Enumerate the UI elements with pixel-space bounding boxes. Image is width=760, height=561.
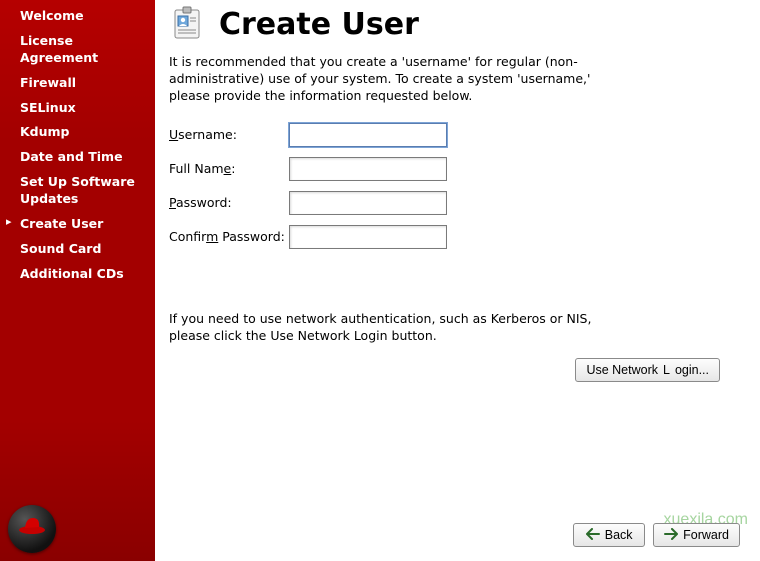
network-login-text: If you need to use network authenticatio… <box>169 311 629 345</box>
sidebar-item-kdump[interactable]: Kdump <box>0 120 155 145</box>
sidebar-item-cds[interactable]: Additional CDs <box>0 262 155 287</box>
confirm-password-label: Confirm Password: <box>169 229 289 244</box>
username-label: Username: <box>169 127 289 142</box>
wizard-sidebar: Welcome License Agreement Firewall SELin… <box>0 0 155 561</box>
sidebar-item-license[interactable]: License Agreement <box>0 29 155 71</box>
arrow-left-icon <box>586 528 600 543</box>
sidebar-item-firewall[interactable]: Firewall <box>0 71 155 96</box>
user-badge-icon <box>169 6 205 42</box>
page-title: Create User <box>219 7 419 42</box>
forward-button[interactable]: Forward <box>653 523 740 547</box>
password-label: Password: <box>169 195 289 210</box>
page-description: It is recommended that you create a 'use… <box>169 54 629 105</box>
confirm-password-input[interactable] <box>289 225 447 249</box>
username-input[interactable] <box>289 123 447 147</box>
sidebar-list: Welcome License Agreement Firewall SELin… <box>0 4 155 287</box>
back-button[interactable]: Back <box>573 523 645 547</box>
fullname-label: Full Name: <box>169 161 289 176</box>
redhat-hat-icon <box>17 514 47 541</box>
sidebar-item-welcome[interactable]: Welcome <box>0 4 155 29</box>
redhat-logo <box>8 505 56 553</box>
password-input[interactable] <box>289 191 447 215</box>
sidebar-item-updates[interactable]: Set Up Software Updates <box>0 170 155 212</box>
main-panel: Create User It is recommended that you c… <box>155 0 760 561</box>
sidebar-item-selinux[interactable]: SELinux <box>0 96 155 121</box>
sidebar-item-sound[interactable]: Sound Card <box>0 237 155 262</box>
arrow-right-icon <box>664 528 678 543</box>
sidebar-item-create-user[interactable]: Create User <box>0 212 155 237</box>
use-network-login-button[interactable]: Use Network Login... <box>575 358 720 382</box>
sidebar-item-datetime[interactable]: Date and Time <box>0 145 155 170</box>
fullname-input[interactable] <box>289 157 447 181</box>
